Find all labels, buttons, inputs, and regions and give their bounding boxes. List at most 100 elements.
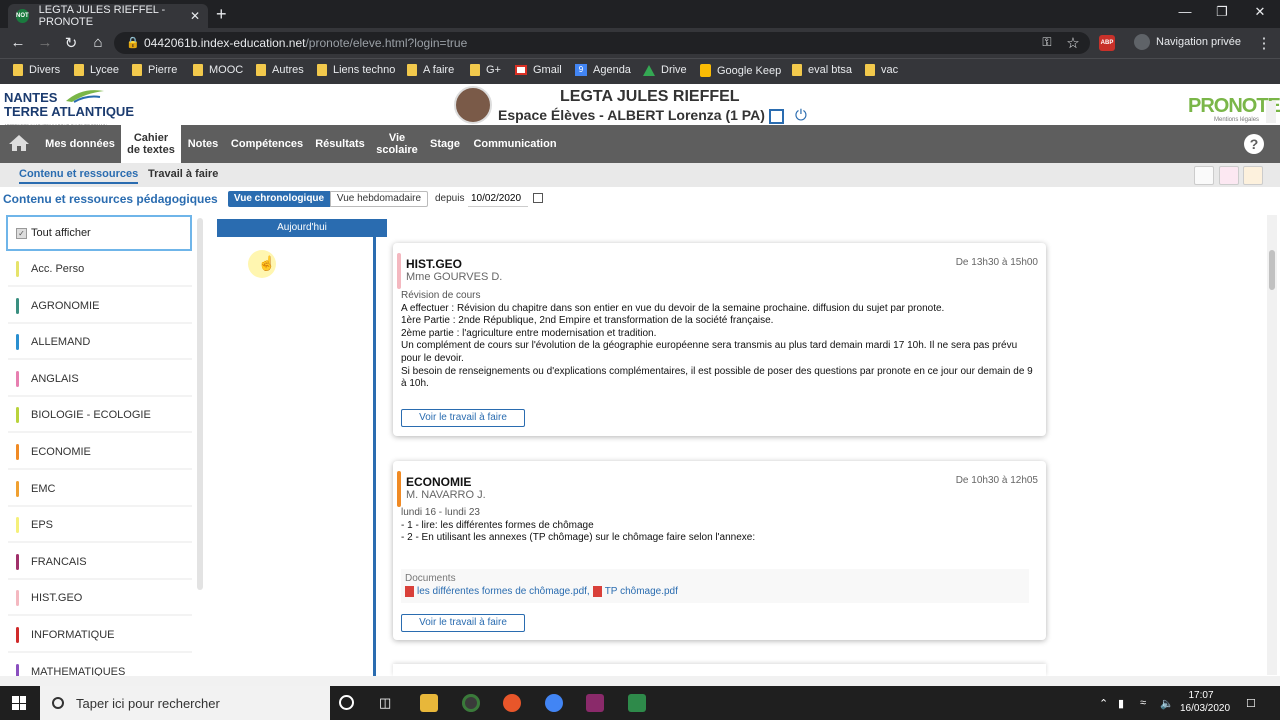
subject-item[interactable]: EMC (8, 472, 192, 507)
address-bar[interactable]: 0442061b.index-education.net/pronote/ele… (114, 32, 1090, 54)
app-icon[interactable] (586, 694, 604, 712)
tab-close-icon[interactable]: ✕ (190, 9, 200, 23)
subject-item[interactable]: BIOLOGIE - ECOLOGIE (8, 399, 192, 434)
subject-item[interactable]: EPS (8, 509, 192, 544)
header-scrollbar[interactable] (1266, 101, 1276, 123)
file-explorer-icon[interactable] (420, 694, 438, 712)
card-teacher: M. NAVARRO J. (406, 489, 486, 501)
folder-icon (132, 64, 142, 76)
back-icon[interactable]: ← (9, 34, 27, 51)
help-icon[interactable]: ? (1244, 134, 1264, 154)
bookmark-google-keep[interactable]: Google Keep (700, 64, 781, 77)
horizontal-scrollbar[interactable] (0, 676, 1280, 686)
taskbar-search-input[interactable]: Taper ici pour rechercher (40, 686, 330, 720)
wifi-icon[interactable]: ≈ (1140, 697, 1146, 709)
bookmark-lycee[interactable]: Lycee (74, 64, 119, 76)
bookmark-mooc[interactable]: MOOC (193, 64, 243, 76)
bookmark-agenda[interactable]: 9 Agenda (575, 64, 631, 76)
subject-item[interactable]: HIST.GEO (8, 582, 192, 617)
maximize-icon[interactable]: ❐ (1207, 4, 1237, 20)
volume-icon[interactable]: 🔈 (1160, 697, 1174, 710)
adblock-icon[interactable]: ABP (1099, 35, 1115, 51)
notifications-icon[interactable]: ☐ (1246, 697, 1256, 710)
menu-icon[interactable]: ⋮ (1255, 34, 1273, 52)
subject-item[interactable]: AGRONOMIE (8, 289, 192, 324)
bookmark-gplus[interactable]: G+ (470, 64, 501, 76)
bookmark-gmail[interactable]: Gmail (515, 64, 562, 76)
subject-label: INFORMATIQUE (31, 629, 115, 641)
logout-icon[interactable]: ⏻ (795, 107, 807, 124)
print-icon[interactable] (1219, 166, 1239, 185)
nav-notes[interactable]: Notes (184, 125, 222, 163)
bookmark-pierre[interactable]: Pierre (132, 64, 177, 76)
task-view-icon[interactable]: ◫ (379, 695, 391, 711)
avatar[interactable] (454, 86, 492, 124)
legal-mentions-link[interactable]: Mentions légales (1214, 117, 1259, 123)
subject-color-icon (16, 444, 19, 460)
tab-contenu-ressources[interactable]: Contenu et ressources (19, 168, 139, 184)
subject-item[interactable]: ALLEMAND (8, 326, 192, 361)
show-all-checkbox[interactable]: ✓ Tout afficher (6, 215, 192, 251)
chrome-alt-icon[interactable] (545, 694, 563, 712)
nav-mes-donnees[interactable]: Mes données (40, 125, 120, 163)
document-link[interactable]: les différentes formes de chômage.pdf, (417, 586, 590, 597)
nav-stage[interactable]: Stage (425, 125, 465, 163)
nav-label: Cahier (133, 132, 169, 144)
tray-chevron-icon[interactable]: ⌃ (1099, 697, 1108, 710)
new-tab-button[interactable]: + (216, 4, 234, 24)
qr-code-icon[interactable] (769, 109, 784, 124)
minimize-icon[interactable]: — (1170, 4, 1200, 19)
firefox-icon[interactable] (503, 694, 521, 712)
calendar-picker-icon[interactable] (533, 193, 543, 203)
star-icon[interactable]: ☆ (1064, 34, 1082, 52)
subject-item[interactable]: ANGLAIS (8, 362, 192, 397)
subject-item[interactable]: FRANCAIS (8, 545, 192, 580)
view-chronological-button[interactable]: Vue chronologique (228, 191, 330, 207)
subject-label: AGRONOMIE (31, 299, 100, 312)
email-icon[interactable] (1243, 166, 1263, 185)
page-scrollbar-thumb[interactable] (1269, 250, 1275, 290)
since-date-input[interactable]: 10/02/2020 (468, 191, 528, 207)
nav-vie-scolaire[interactable]: Vie scolaire (373, 125, 421, 163)
windows-start-icon[interactable] (12, 696, 26, 710)
card-subject: HIST.GEO (406, 257, 463, 271)
bookmark-eval-btsa[interactable]: eval btsa (792, 64, 852, 76)
nav-competences[interactable]: Compétences (226, 125, 308, 163)
subject-list-scrollbar[interactable] (197, 218, 203, 590)
view-homework-button[interactable]: Voir le travail à faire (401, 614, 525, 632)
private-mode-indicator[interactable]: Navigation privée (1134, 34, 1241, 50)
document-link[interactable]: TP chômage.pdf (605, 586, 678, 597)
browser-tab[interactable]: NOT LEGTA JULES RIEFFEL - PRONOTE ✕ (8, 4, 208, 28)
subject-item[interactable]: ECONOMIE (8, 436, 192, 470)
bookmark-drive[interactable]: Drive (643, 64, 687, 76)
bookmark-label: A faire (423, 64, 455, 76)
forward-icon[interactable]: → (36, 34, 54, 51)
view-homework-button[interactable]: Voir le travail à faire (401, 409, 525, 427)
nav-communication[interactable]: Communication (469, 125, 561, 163)
nav-resultats[interactable]: Résultats (311, 125, 369, 163)
home-icon[interactable]: ⌂ (89, 34, 107, 51)
bookmark-divers[interactable]: Divers (13, 64, 60, 76)
spreadsheet-icon[interactable] (628, 694, 646, 712)
key-icon[interactable]: ⚿ (1038, 35, 1056, 50)
bookmark-liens-techno[interactable]: Liens techno (317, 64, 395, 76)
nav-cahier-de-textes[interactable]: Cahier de textes (121, 125, 181, 163)
home-nav-icon[interactable] (8, 134, 30, 152)
taskbar-clock[interactable]: 17:07 16/03/2020 (1180, 689, 1230, 715)
bookmark-a-faire[interactable]: A faire (407, 64, 454, 76)
close-window-icon[interactable]: ✕ (1245, 4, 1275, 20)
bookmark-vac[interactable]: vac (865, 64, 898, 76)
view-weekly-button[interactable]: Vue hebdomadaire (330, 191, 428, 207)
battery-icon[interactable]: ▮ (1118, 697, 1124, 710)
cortana-icon[interactable] (339, 695, 354, 710)
save-pdf-icon[interactable] (1194, 166, 1214, 185)
bookmark-autres[interactable]: Autres (256, 64, 304, 76)
lock-icon[interactable]: 🔒 (126, 36, 140, 49)
subject-item[interactable]: Acc. Perso (8, 253, 192, 287)
tab-travail-a-faire[interactable]: Travail à faire (148, 168, 218, 180)
reload-icon[interactable]: ↻ (62, 34, 80, 52)
chrome-icon[interactable] (462, 694, 480, 712)
subject-item[interactable]: INFORMATIQUE (8, 619, 192, 653)
subject-label: EPS (31, 519, 54, 532)
card-line: A effectuer : Révision du chapitre dans … (401, 302, 945, 314)
